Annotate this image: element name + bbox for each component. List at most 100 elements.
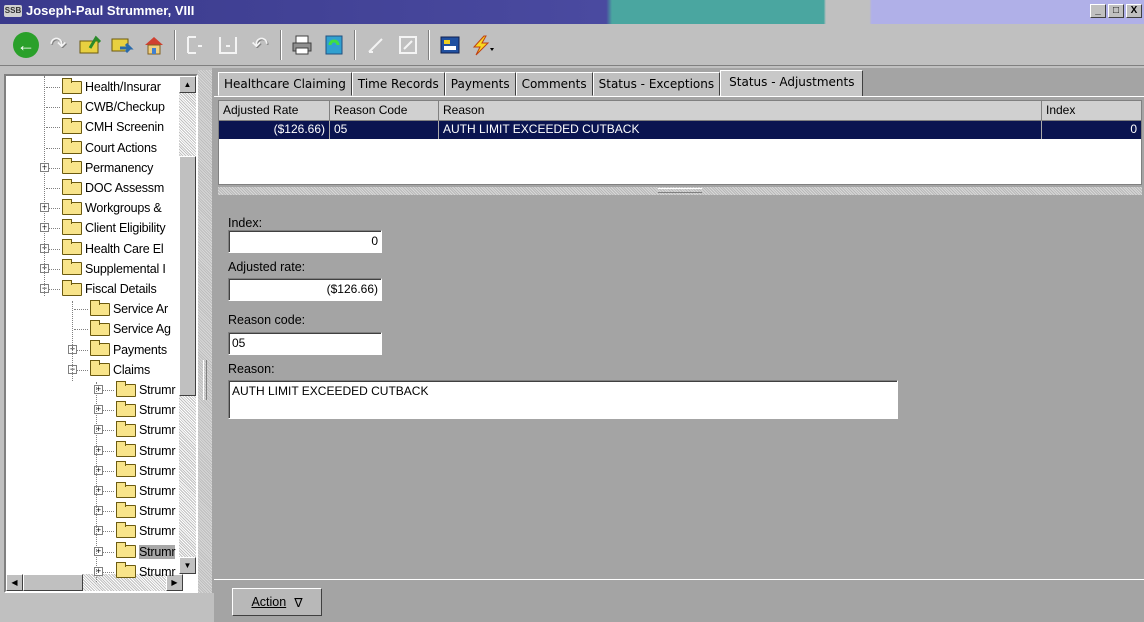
tree-item-label: Strumr [139,524,176,539]
redo-icon[interactable]: ↷ [42,28,74,62]
folder-icon [62,279,82,296]
tree-connector [44,76,45,296]
tab-status-exceptions[interactable]: Status - Exceptions [592,72,721,96]
tree-item[interactable]: Supplemental I [62,259,166,279]
tree-item[interactable]: Fiscal Details [62,279,157,299]
toolbar-separator [174,29,176,60]
folder-icon [116,521,136,538]
column-header-adjusted-rate[interactable]: Adjusted Rate [219,101,330,121]
index-field[interactable]: 0 [228,230,382,253]
column-header-reason[interactable]: Reason [439,101,1042,121]
tree-item[interactable]: CMH Screenin [62,117,164,137]
tree-item-label: Strumr [139,383,176,397]
scroll-left-button[interactable]: ◀ [6,574,23,591]
tree-item[interactable]: Strumr [116,380,176,400]
tree-connector [72,301,73,381]
tree-item[interactable]: Strumr [116,461,176,481]
tree-item[interactable]: Strumr [116,521,176,541]
tree-connector [46,107,60,109]
restore-button[interactable]: □ [1108,4,1124,18]
toolbar-separator [428,29,430,60]
tree-vertical-scrollbar[interactable]: ▲ ▼ [179,76,196,574]
scroll-up-button[interactable]: ▲ [179,76,196,93]
tree-item[interactable]: Health/Insurar [62,77,161,97]
lightning-icon[interactable] [466,28,498,62]
home-icon[interactable] [138,28,170,62]
scroll-thumb[interactable] [179,156,196,396]
tree-item[interactable]: Strumr [116,400,176,420]
tab-payments[interactable]: Payments [444,72,516,96]
minimize-button[interactable]: _ [1090,4,1106,18]
tree-item-label: CMH Screenin [85,120,164,135]
folder-icon [62,97,82,114]
pen-icon[interactable] [360,28,392,62]
tree-item[interactable]: Strumr [116,481,176,501]
frame-left-icon[interactable] [180,28,212,62]
tree-item[interactable]: CWB/Checkup [62,97,165,117]
tree-connector [74,309,88,311]
cell-reason-code: 05 [330,121,439,139]
tab-status-adjustments[interactable]: Status - Adjustments [720,70,864,96]
tab-healthcare-claiming[interactable]: Healthcare Claiming [218,72,352,96]
tree-item-label: Client Eligibility [85,221,166,236]
column-header-reason-code[interactable]: Reason Code [330,101,439,121]
frame-bottom-icon[interactable] [212,28,244,62]
tree-item[interactable]: Strumr [116,441,176,461]
tree-item[interactable]: Health Care El [62,239,164,259]
horizontal-splitter[interactable] [218,187,1142,195]
tree-item[interactable]: Service Ar [90,299,168,319]
tree-item[interactable]: Strumr [116,562,176,582]
tree-item[interactable]: Workgroups & [62,198,162,218]
horizontal-scroll-thumb[interactable] [23,574,83,591]
back-arrow-icon[interactable]: ← [10,28,42,62]
adjusted-rate-field[interactable]: ($126.66) [228,278,382,301]
tree-item[interactable]: Client Eligibility [62,218,166,238]
action-button[interactable]: Action ∇ [232,588,322,616]
tree-connector [74,329,88,331]
tree-item-label: Strumr [139,564,176,579]
tree-item-label: CWB/Checkup [85,100,165,115]
table-row[interactable]: ($126.66) 05 AUTH LIMIT EXCEEDED CUTBACK… [219,121,1141,139]
splitter-grip[interactable] [658,188,702,193]
tree-item-label: Court Actions [85,140,157,155]
print-icon[interactable] [286,28,318,62]
tree-item[interactable]: DOC Assessm [62,178,164,198]
tree-item[interactable]: Court Actions [62,138,157,158]
splitter-grip[interactable] [203,360,207,400]
folder-up-icon[interactable] [74,28,106,62]
tab-time-records[interactable]: Time Records [351,72,445,96]
cell-reason: AUTH LIMIT EXCEEDED CUTBACK [439,121,1042,139]
vertical-splitter[interactable] [198,70,212,593]
tree-item-label: Health/Insurar [85,80,161,94]
folder-icon [116,380,136,397]
refresh-icon[interactable] [318,28,350,62]
document-icon[interactable] [392,28,424,62]
toolbar-separator [354,29,356,60]
undo-icon[interactable]: ↶ [244,28,276,62]
action-button-label: Action [251,595,287,609]
main-content: Healthcare Claiming Time Records Payments C… [212,68,1144,622]
form-icon[interactable] [434,28,466,62]
scroll-down-button[interactable]: ▼ [179,557,196,574]
tree-item[interactable]: Permanency [62,158,153,178]
tree-item[interactable]: Service Ag [90,319,171,339]
tree-item[interactable]: Strumr [116,501,176,521]
window-title: SSB Joseph-Paul Strummer, VIII [4,3,194,18]
tree-item[interactable]: Strumr [116,420,176,440]
reason-code-field[interactable]: 05 [228,332,382,355]
navigation-tree[interactable]: ▲ ▼ ◀ ▶ Health/Insurar CWB/Checkup CMH Scr… [4,74,198,593]
tree-item[interactable]: Claims [90,360,150,380]
column-header-index[interactable]: Index [1042,101,1141,121]
folder-icon [62,158,82,175]
adjustments-grid[interactable]: Adjusted Rate Reason Code Reason Index (… [218,100,1142,185]
close-button[interactable]: X [1126,4,1142,18]
reason-field[interactable]: AUTH LIMIT EXCEEDED CUTBACK [228,380,898,419]
grid-header: Adjusted Rate Reason Code Reason Index [219,101,1141,121]
folder-icon [116,441,136,458]
tab-comments[interactable]: Comments [515,72,593,96]
folder-right-icon[interactable] [106,28,138,62]
tree-item-label: Strumr [139,504,176,519]
tree-item-label: Strumr [139,463,176,478]
tree-item[interactable]: Strumr [116,542,176,562]
tree-item[interactable]: Payments [90,340,167,360]
